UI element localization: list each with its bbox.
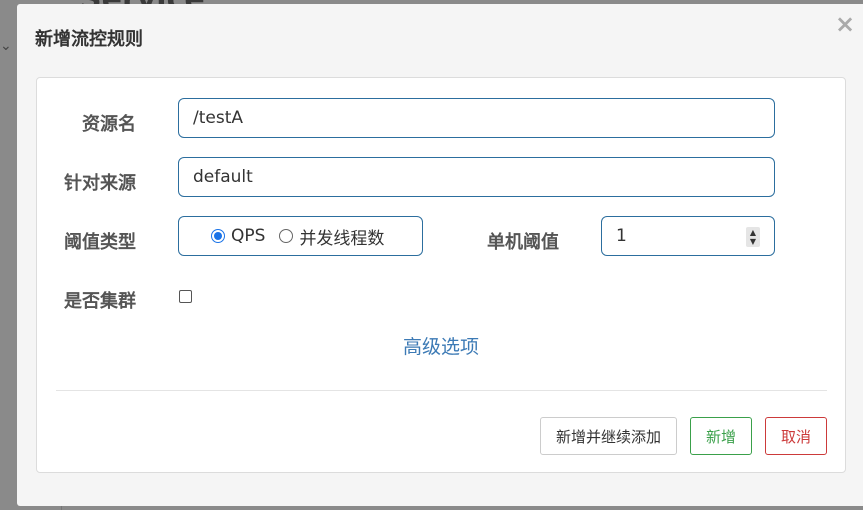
chevron-down-icon: ⌄	[0, 38, 12, 54]
radio-qps-label: QPS	[231, 226, 266, 246]
source-value: default	[193, 167, 253, 187]
spinner-down-icon[interactable]: ▼	[750, 237, 756, 246]
form-panel: 资源名 /testA 针对来源 default 阈值类型 QPS 并发线程数 单…	[36, 77, 846, 473]
add-button[interactable]: 新增	[690, 417, 752, 455]
single-threshold-value: 1	[616, 226, 627, 246]
spinner-up-icon[interactable]: ▲	[750, 228, 756, 237]
single-threshold-input[interactable]: 1 ▲ ▼	[601, 216, 775, 256]
cluster-checkbox[interactable]	[179, 290, 192, 303]
footer-divider	[56, 390, 827, 391]
close-icon[interactable]: ×	[835, 12, 855, 36]
resource-name-input[interactable]: /testA	[178, 98, 775, 138]
cluster-label: 是否集群	[64, 291, 136, 312]
radio-qps-dot[interactable]	[211, 229, 225, 243]
resource-name-label: 资源名	[82, 114, 136, 135]
number-spinner-icon[interactable]: ▲ ▼	[746, 227, 760, 247]
radio-concurrent-threads-label: 并发线程数	[299, 228, 385, 249]
advanced-options-link[interactable]: 高级选项	[403, 332, 479, 359]
threshold-type-label: 阈值类型	[64, 232, 136, 253]
dialog-title: 新增流控规则	[35, 29, 143, 50]
cancel-button[interactable]: 取消	[765, 417, 827, 455]
radio-concurrent-threads-dot[interactable]	[279, 229, 294, 243]
add-and-continue-button[interactable]: 新增并继续添加	[540, 417, 677, 455]
threshold-type-radio-group: QPS 并发线程数	[178, 216, 423, 256]
radio-concurrent-threads[interactable]: 并发线程数	[279, 224, 384, 249]
add-flow-rule-dialog: 新增流控规则 × 资源名 /testA 针对来源 default 阈值类型 QP…	[17, 4, 863, 506]
radio-qps[interactable]: QPS	[211, 226, 265, 246]
source-input[interactable]: default	[178, 157, 775, 197]
resource-name-value: /testA	[193, 108, 244, 128]
single-threshold-label: 单机阈值	[487, 232, 559, 253]
source-label: 针对来源	[64, 173, 136, 194]
